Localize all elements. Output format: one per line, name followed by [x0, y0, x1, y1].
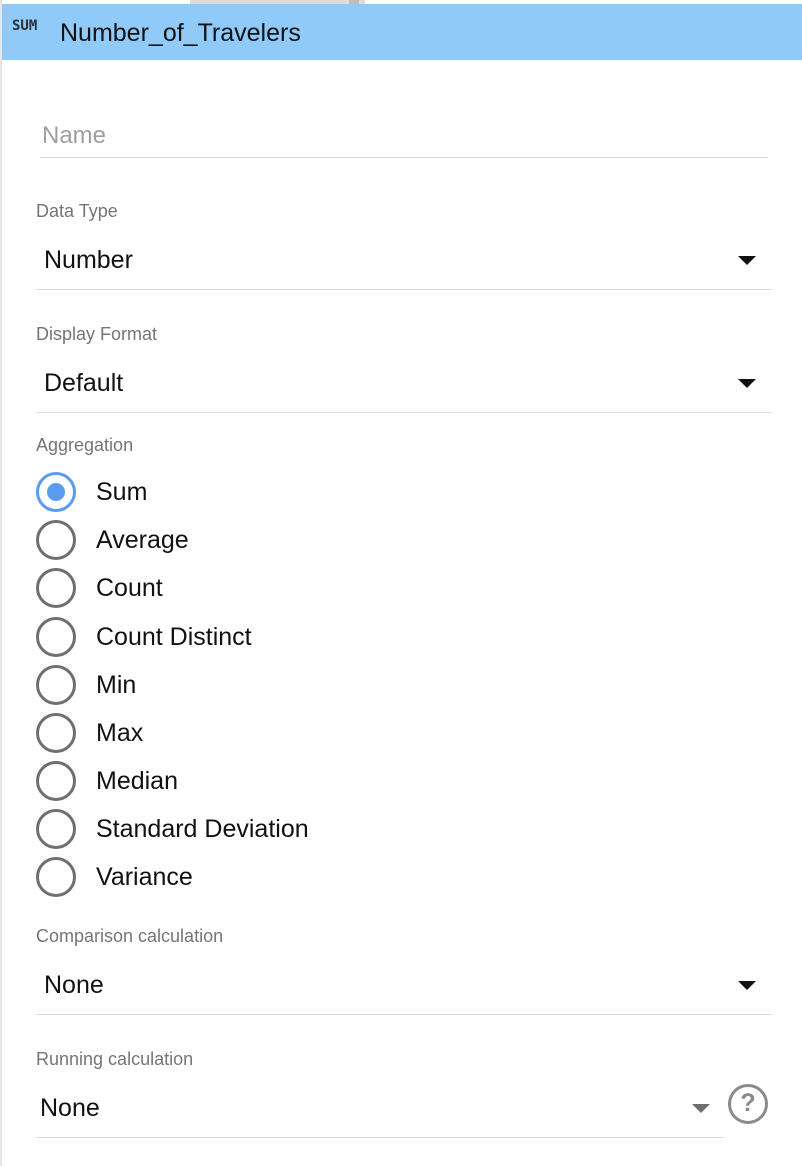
aggregation-option-label: Median — [96, 767, 178, 795]
display-format-label: Display Format — [36, 324, 158, 344]
running-calculation-select[interactable]: None — [36, 1088, 724, 1138]
running-calculation-label: Running calculation — [36, 1049, 194, 1069]
aggregation-label: Aggregation — [36, 435, 134, 455]
field-header: SUM Number_of_Travelers — [2, 4, 802, 60]
dropdown-arrow-icon — [692, 1104, 710, 1113]
comparison-calculation-label: Comparison calculation — [36, 926, 224, 946]
radio-button-icon[interactable] — [36, 665, 76, 705]
aggregation-option-label: Sum — [96, 478, 148, 506]
running-calculation-value: None — [40, 1094, 100, 1122]
radio-selected-icon[interactable] — [36, 472, 76, 512]
name-input[interactable] — [40, 114, 768, 158]
radio-button-icon[interactable] — [36, 617, 76, 657]
aggregation-option-average[interactable]: Average — [36, 520, 536, 560]
aggregation-option-label: Variance — [96, 863, 193, 891]
display-format-select[interactable]: Default — [36, 363, 772, 413]
aggregation-option-min[interactable]: Min — [36, 665, 536, 705]
aggregation-option-median[interactable]: Median — [36, 761, 536, 801]
comparison-calculation-value: None — [44, 971, 104, 999]
aggregation-option-count[interactable]: Count — [36, 568, 536, 608]
data-type-label: Data Type — [36, 201, 118, 221]
aggregation-option-label: Count Distinct — [96, 623, 252, 651]
aggregation-option-sum[interactable]: Sum — [36, 472, 536, 512]
aggregation-option-max[interactable]: Max — [36, 713, 536, 753]
radio-button-icon[interactable] — [36, 761, 76, 801]
aggregation-option-label: Standard Deviation — [96, 815, 309, 843]
radio-button-icon[interactable] — [36, 713, 76, 753]
radio-button-icon[interactable] — [36, 568, 76, 608]
display-format-value: Default — [44, 369, 124, 397]
aggregation-tag: SUM — [12, 18, 38, 34]
aggregation-option-standard-deviation[interactable]: Standard Deviation — [36, 809, 536, 849]
radio-button-icon[interactable] — [36, 857, 76, 897]
aggregation-option-variance[interactable]: Variance — [36, 857, 536, 897]
aggregation-option-label: Average — [96, 526, 189, 554]
dropdown-arrow-icon — [738, 379, 756, 388]
data-type-value: Number — [44, 246, 133, 274]
radio-button-icon[interactable] — [36, 520, 76, 560]
field-editor-panel: SUM Number_of_Travelers Data Type Number… — [0, 0, 802, 1166]
help-icon[interactable]: ? — [728, 1084, 768, 1124]
dropdown-arrow-icon — [738, 981, 756, 990]
aggregation-option-label: Count — [96, 574, 163, 602]
data-type-select[interactable]: Number — [36, 240, 772, 290]
field-title: Number_of_Travelers — [60, 19, 301, 47]
aggregation-option-count-distinct[interactable]: Count Distinct — [36, 617, 536, 657]
radio-button-icon[interactable] — [36, 809, 76, 849]
aggregation-option-label: Min — [96, 671, 137, 699]
comparison-calculation-select[interactable]: None — [36, 965, 772, 1015]
aggregation-option-label: Max — [96, 719, 144, 747]
dropdown-arrow-icon — [738, 256, 756, 265]
